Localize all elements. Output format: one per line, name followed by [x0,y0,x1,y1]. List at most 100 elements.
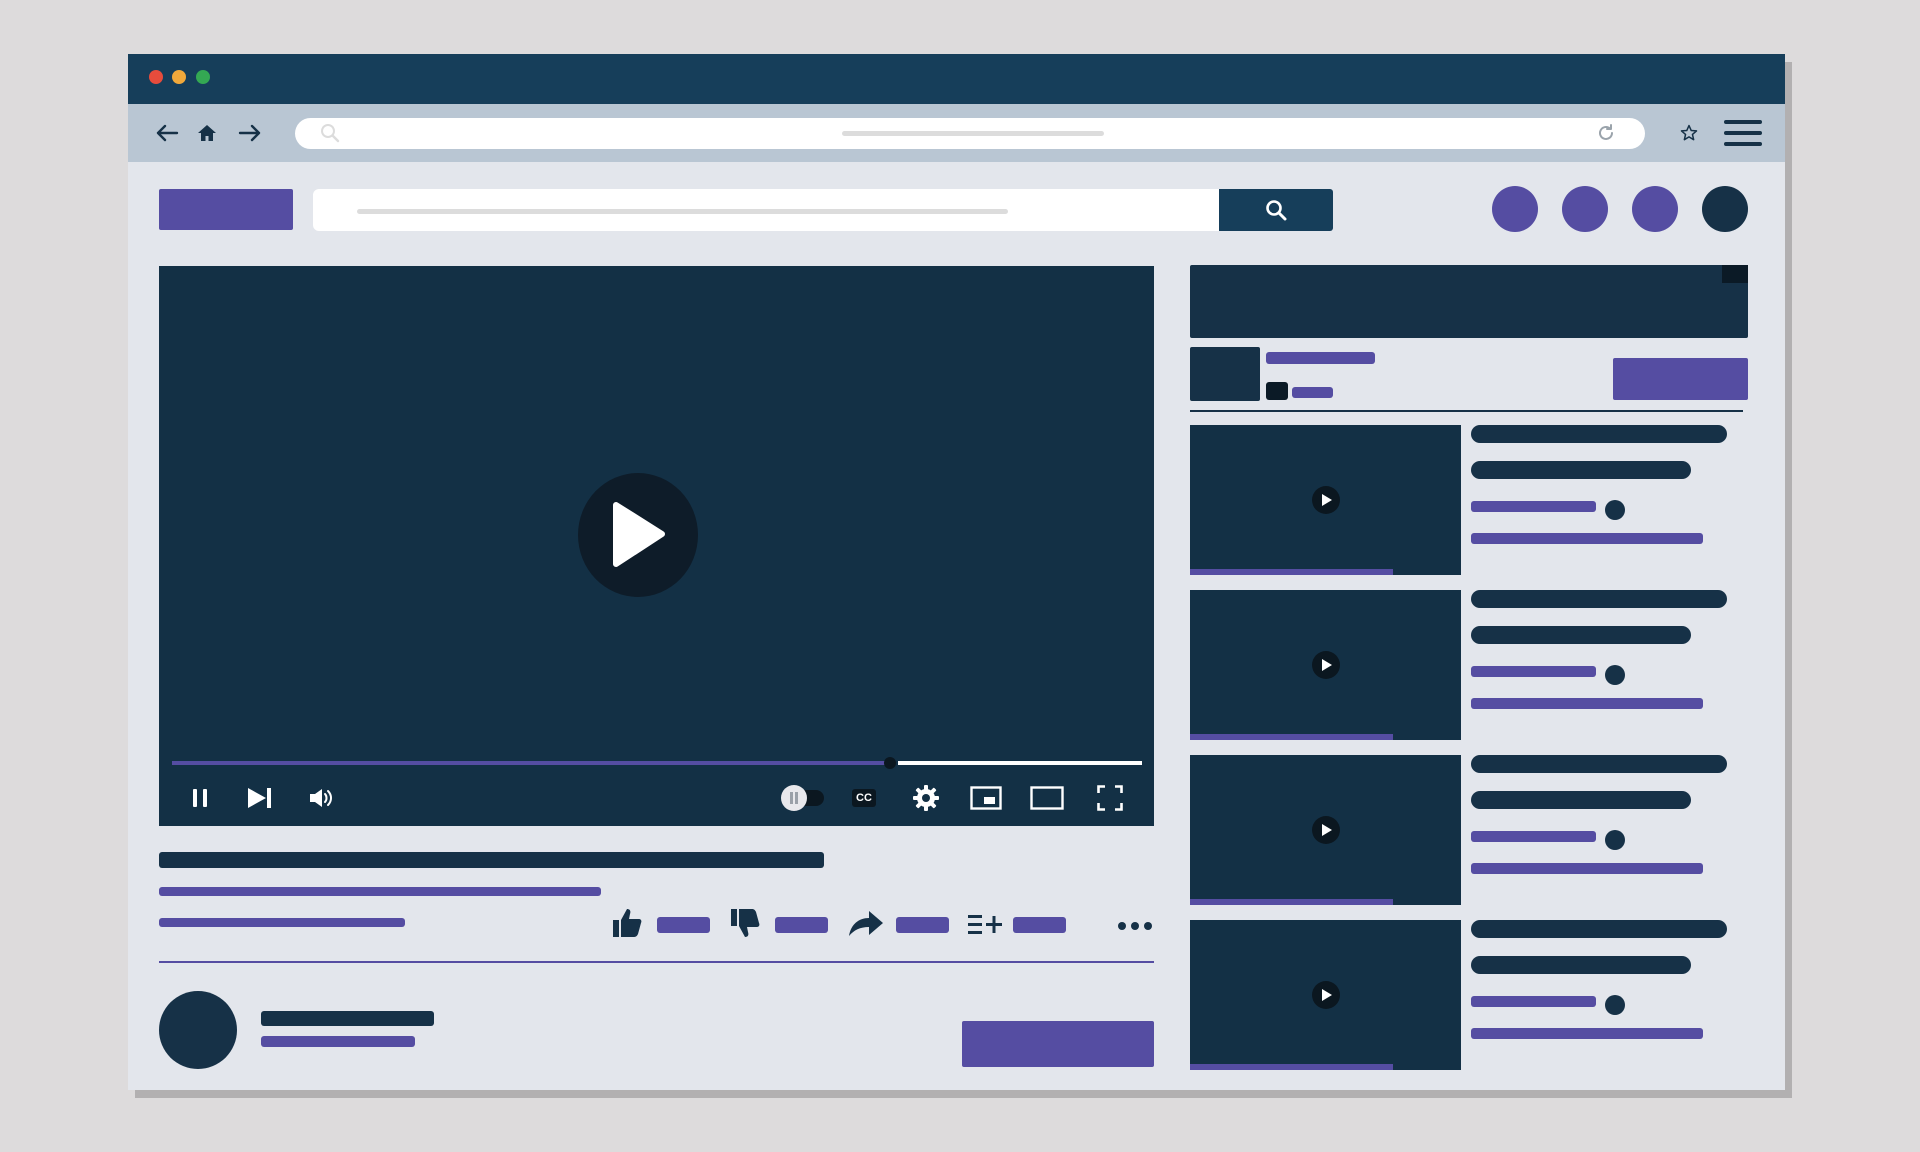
rec-title-line-1[interactable] [1471,425,1727,443]
rec-meta [1471,533,1703,544]
fullscreen-button[interactable] [1095,780,1125,816]
watch-progress [1190,734,1393,740]
home-icon [198,125,216,141]
site-search-input[interactable] [313,189,1221,231]
play-icon [1312,651,1340,679]
volume-button[interactable] [305,780,339,816]
rec-title-line-1[interactable] [1471,755,1727,773]
rec-channel [1471,666,1596,677]
rec-thumbnail[interactable] [1190,920,1461,1070]
maximize-window-button[interactable] [196,70,210,84]
star-icon [1680,124,1698,141]
play-icon [1312,816,1340,844]
site-search-button[interactable] [1219,189,1333,231]
theater-mode-button[interactable] [1029,780,1065,816]
cc-label: CC [856,791,872,804]
play-icon [1312,486,1340,514]
rec-channel [1471,831,1596,842]
ad-badge [1722,265,1748,283]
address-placeholder [842,131,1104,136]
rec-title-line-2[interactable] [1471,791,1691,809]
verified-icon [1605,995,1625,1015]
back-arrow-icon [156,124,179,142]
rec-title-line-2[interactable] [1471,461,1691,479]
minimize-window-button[interactable] [172,70,186,84]
ad-banner[interactable] [1190,265,1748,338]
header-icon-1[interactable] [1492,186,1538,232]
rec-channel [1471,996,1596,1007]
title-bar [128,54,1785,104]
fullscreen-icon [1097,785,1123,811]
rec-thumbnail[interactable] [1190,590,1461,740]
dislike-icon[interactable] [728,906,762,940]
sidebar-divider [1190,410,1743,412]
like-icon[interactable] [610,906,644,940]
miniplayer-icon [970,786,1002,810]
hamburger-menu-icon [1724,120,1762,146]
next-button[interactable] [243,780,277,816]
close-window-button[interactable] [149,70,163,84]
channel-subscribers [261,1036,415,1047]
watch-progress [1190,1064,1393,1070]
account-avatar[interactable] [1702,186,1748,232]
verified-icon [1605,830,1625,850]
progress-played[interactable] [172,761,887,765]
video-stats-line [159,918,405,927]
rec-meta [1471,698,1703,709]
settings-gear-icon [913,785,939,811]
address-bar[interactable] [295,118,1645,149]
rec-meta [1471,1028,1703,1039]
progress-remaining[interactable] [898,761,1142,765]
home-button[interactable] [190,116,224,150]
verified-icon [1605,665,1625,685]
rec-title-line-2[interactable] [1471,626,1691,644]
more-icon[interactable] [1116,920,1154,932]
channel-name[interactable] [261,1011,434,1026]
settings-button[interactable] [911,780,941,816]
ad-icon [1266,382,1288,400]
browser-menu-button[interactable] [1721,116,1765,150]
progress-scrubber[interactable] [884,757,896,769]
header-icon-3[interactable] [1632,186,1678,232]
search-icon [321,124,340,143]
autoplay-toggle[interactable] [779,780,827,816]
share-icon[interactable] [847,906,887,940]
like-count [657,917,710,933]
back-button[interactable] [150,116,184,150]
rec-title-line-1[interactable] [1471,590,1727,608]
rec-title-line-1[interactable] [1471,920,1727,938]
theater-mode-icon [1030,786,1064,810]
header-icon-2[interactable] [1562,186,1608,232]
rec-thumbnail[interactable] [1190,425,1461,575]
forward-button[interactable] [233,116,267,150]
save-label [1013,917,1066,933]
section-divider [159,961,1154,963]
big-play-button[interactable] [578,473,698,597]
rec-channel [1471,501,1596,512]
subscribe-button[interactable] [962,1021,1154,1067]
cc-icon: CC [852,789,876,807]
skip-next-icon [248,788,271,808]
ad-title [1266,352,1375,364]
rec-thumbnail[interactable] [1190,755,1461,905]
ad-cta-button[interactable] [1613,358,1748,400]
search-icon [1266,200,1287,221]
browser-toolbar [128,104,1785,162]
ad-thumbnail[interactable] [1190,347,1260,401]
watch-progress [1190,899,1393,905]
channel-avatar[interactable] [159,991,237,1069]
rec-meta [1471,863,1703,874]
pause-button[interactable] [185,780,215,816]
bookmark-button[interactable] [1672,116,1706,150]
play-icon [1312,981,1340,1009]
share-label [896,917,949,933]
site-logo[interactable] [159,189,293,230]
ad-subtitle [1292,387,1333,398]
add-to-playlist-icon[interactable] [966,910,1006,940]
reload-icon[interactable] [1595,122,1617,144]
rec-title-line-2[interactable] [1471,956,1691,974]
miniplayer-button[interactable] [969,780,1003,816]
forward-arrow-icon [238,124,261,142]
captions-button[interactable]: CC [849,780,879,816]
video-player[interactable]: CC [159,266,1154,826]
